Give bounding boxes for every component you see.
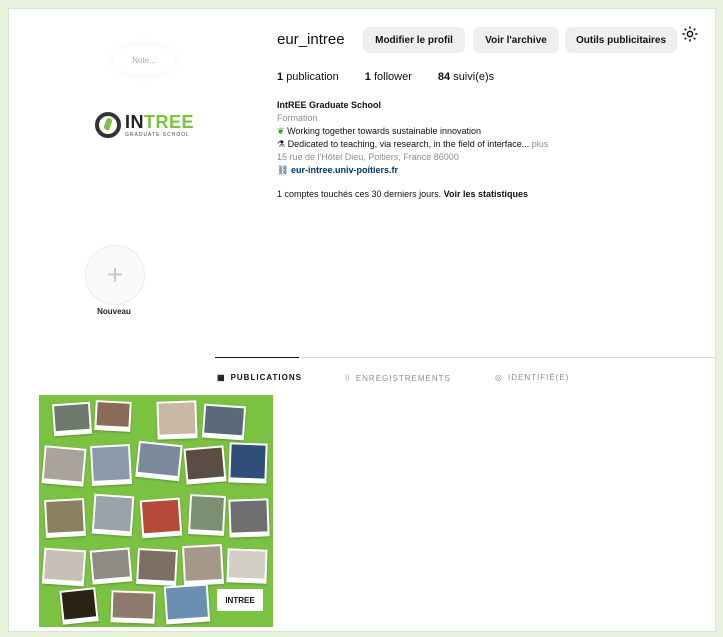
collage-photo — [110, 590, 156, 624]
collage-photo — [41, 547, 87, 587]
followers-stat[interactable]: 1 follower — [365, 71, 412, 83]
collage-photo — [51, 401, 93, 437]
profile-stats: 1 publication 1 follower 84 suivi(e)s — [277, 71, 494, 83]
collage-photo — [163, 583, 211, 625]
flask-icon: ⚗ — [277, 139, 286, 149]
profile-avatar[interactable]: INTREE GRADUATE SCHOOL — [95, 105, 213, 145]
link-icon: ⛓ — [277, 165, 289, 175]
grid-icon: ▦ — [217, 373, 226, 382]
view-archive-button[interactable]: Voir l'archive — [473, 27, 559, 53]
active-tab-indicator — [215, 357, 299, 358]
profile-page: Note... INTREE GRADUATE SCHOOL eur_intre… — [8, 8, 716, 632]
tab-tagged[interactable]: ◎ IDENTIFIÉ(E) — [495, 373, 569, 382]
insights-text: 1 comptes touchés ces 30 derniers jours. — [277, 189, 442, 199]
tag-icon: ◎ — [495, 373, 503, 382]
settings-gear-icon[interactable] — [679, 23, 701, 45]
bookmark-icon: ⌷ — [345, 373, 351, 382]
post-intree-logo: INTREE — [217, 589, 263, 611]
collage-photo — [94, 400, 132, 432]
logo-text-tree: TREE — [144, 111, 195, 132]
collage-photo — [201, 403, 247, 441]
insights-line: 1 comptes touchés ces 30 derniers jours.… — [277, 189, 528, 199]
collage-photo — [187, 494, 227, 536]
collage-photo — [181, 543, 225, 587]
tab-saved[interactable]: ⌷ ENREGISTREMENTS — [345, 373, 451, 383]
collage-photo — [91, 493, 135, 537]
publications-stat: 1 publication — [277, 71, 339, 83]
collage-photo — [156, 400, 198, 440]
logo-text-in: IN — [125, 111, 144, 132]
seedling-icon: ❦ — [277, 126, 285, 136]
bio-category: Formation — [277, 113, 318, 123]
note-bubble[interactable]: Note... — [113, 45, 175, 75]
bio-address: 15 rue de l'Hôtel Dieu, Poitiers, France… — [277, 152, 459, 162]
collage-photo — [89, 443, 133, 487]
collage-photo — [226, 548, 268, 584]
edit-profile-button[interactable]: Modifier le profil — [363, 27, 465, 53]
collage-photo — [228, 498, 270, 538]
collage-photo — [183, 445, 227, 485]
new-highlight-label: Nouveau — [97, 307, 131, 316]
ad-tools-button[interactable]: Outils publicitaires — [565, 27, 677, 53]
insights-link[interactable]: Voir les statistiques — [444, 189, 528, 199]
following-stat[interactable]: 84 suivi(e)s — [438, 71, 494, 83]
plus-icon: + — [106, 259, 124, 290]
bio-website-link[interactable]: eur-intree.univ-poitiers.fr — [291, 165, 398, 175]
username: eur_intree — [277, 31, 345, 48]
bio-line-1: ❦ Working together towards sustainable i… — [277, 126, 482, 136]
tab-publications[interactable]: ▦ PUBLICATIONS — [217, 373, 302, 382]
collage-photo — [44, 497, 86, 539]
collage-photo — [139, 497, 183, 539]
post-thumbnail[interactable]: INTREE — [39, 395, 273, 627]
collage-photo — [89, 547, 133, 585]
bio-line-2: ⚗ Dedicated to teaching, via research, i… — [277, 139, 549, 149]
bio-link-row[interactable]: ⛓ eur-intree.univ-poitiers.fr — [277, 164, 677, 177]
note-placeholder: Note... — [132, 55, 156, 65]
collage-photo — [59, 587, 99, 625]
new-highlight-button[interactable]: + — [85, 245, 145, 305]
collage-photo — [41, 445, 87, 487]
collage-photo — [135, 440, 183, 482]
bio-name: IntREE Graduate School — [277, 100, 382, 110]
collage-photo — [228, 442, 268, 484]
bio: IntREE Graduate School Formation ❦ Worki… — [277, 99, 677, 177]
logo-subtitle: GRADUATE SCHOOL — [125, 131, 190, 138]
bio-more-link[interactable]: plus — [532, 139, 549, 149]
intree-logo-icon — [95, 112, 121, 138]
collage-photo — [136, 547, 178, 587]
